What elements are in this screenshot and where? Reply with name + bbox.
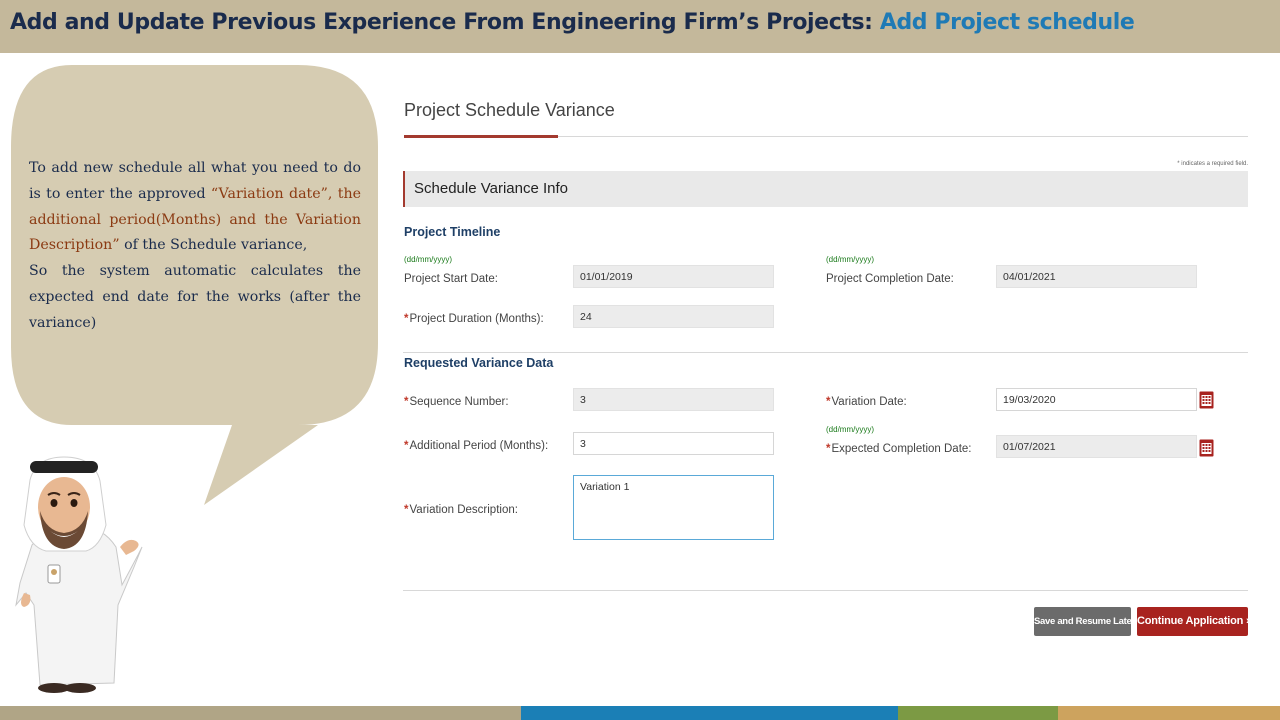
expected-date-format-hint: (dd/mm/yyyy)	[826, 425, 874, 434]
calendar-icon[interactable]	[1199, 390, 1214, 409]
variation-description-textarea[interactable]: Variation 1	[573, 475, 774, 540]
description-label: *Variation Description:	[404, 504, 518, 516]
footer-strip-gold	[1058, 706, 1280, 720]
section-title: Schedule Variance Info	[414, 180, 568, 197]
guide-character-illustration	[15, 456, 143, 693]
sequence-number-field[interactable]: 3	[573, 388, 774, 411]
start-date-format-hint: (dd/mm/yyyy)	[404, 255, 452, 264]
slide-header: Add and Update Previous Experience From …	[0, 0, 1280, 53]
completion-date-format-hint: (dd/mm/yyyy)	[826, 255, 874, 264]
slide-title-accent: Add Project schedule	[879, 10, 1135, 35]
variance-heading: Requested Variance Data	[404, 356, 554, 370]
duration-label: *Project Duration (Months):	[404, 313, 544, 325]
continue-application-button[interactable]: Continue Application »	[1137, 607, 1252, 636]
completion-date-field[interactable]: 04/01/2021	[996, 265, 1197, 288]
expected-completion-field: 01/07/2021	[996, 435, 1197, 458]
timeline-heading: Project Timeline	[404, 225, 501, 239]
footer-strip-blue	[521, 706, 898, 720]
completion-date-label: Project Completion Date:	[826, 273, 954, 285]
footer-divider	[403, 590, 1248, 591]
sequence-label: *Sequence Number:	[404, 396, 509, 408]
duration-field[interactable]: 24	[573, 305, 774, 328]
instruction-part-4: So the system automatic calculates the e…	[29, 263, 361, 331]
required-field-note: * indicates a required field.	[1177, 161, 1248, 167]
additional-period-input[interactable]: 3	[573, 432, 774, 455]
variation-date-input[interactable]: 19/03/2020	[996, 388, 1197, 411]
start-date-label: Project Start Date:	[404, 273, 498, 285]
instruction-text: To add new schedule all what you need to…	[29, 156, 361, 337]
calendar-icon[interactable]	[1199, 438, 1214, 457]
title-divider-accent	[404, 135, 558, 138]
slide-title-main: Add and Update Previous Experience From …	[10, 10, 880, 35]
footer-strip-green	[898, 706, 1058, 720]
footer-strip-tan	[0, 706, 521, 720]
slide-title: Add and Update Previous Experience From …	[10, 10, 1135, 35]
save-resume-later-button[interactable]: Save and Resume Later	[1034, 607, 1135, 636]
instruction-part-3: of the Schedule variance,	[119, 237, 308, 254]
additional-period-label: *Additional Period (Months):	[404, 440, 549, 452]
section-header: Schedule Variance Info	[403, 171, 1248, 207]
start-date-field[interactable]: 01/01/2019	[573, 265, 774, 288]
form-title: Project Schedule Variance	[404, 100, 615, 120]
variation-date-label: *Variation Date:	[826, 396, 907, 408]
expected-completion-label: *Expected Completion Date:	[826, 443, 972, 455]
section-divider	[403, 352, 1248, 353]
